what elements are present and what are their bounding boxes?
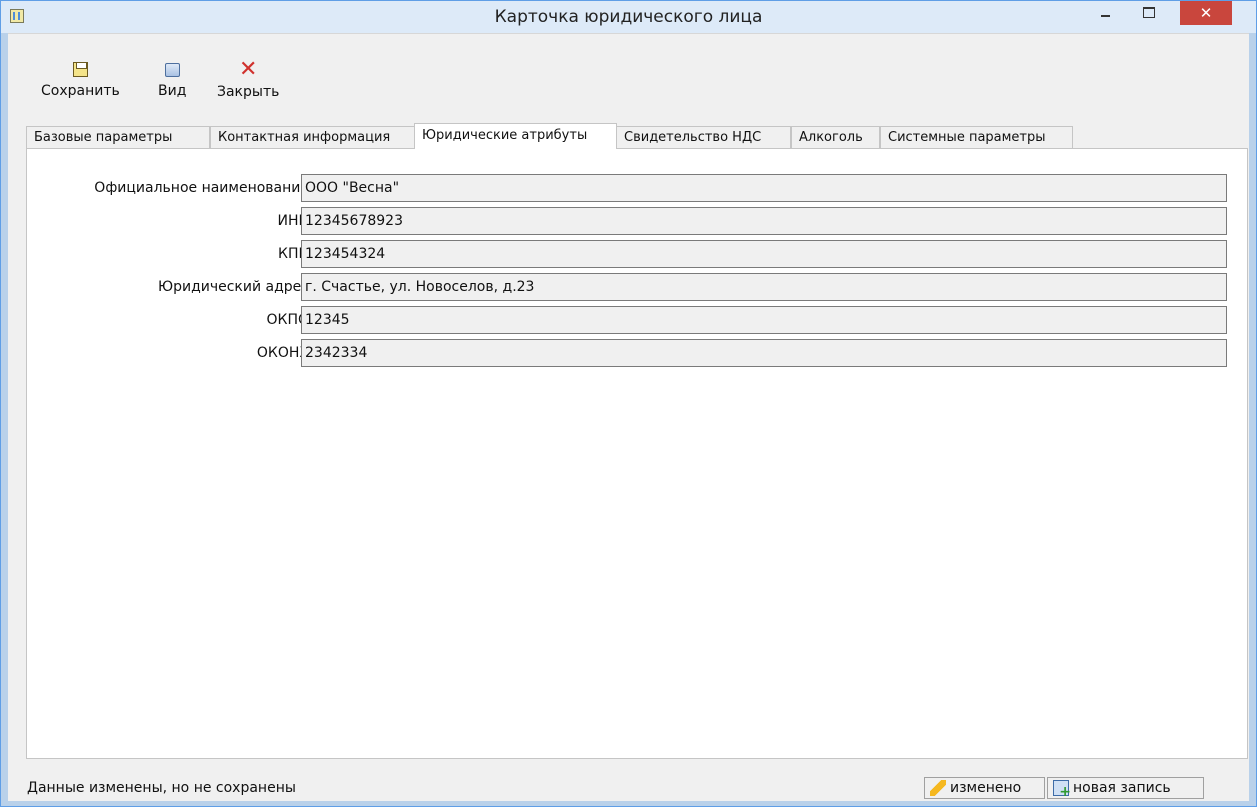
minimize-button[interactable] (1089, 1, 1122, 23)
tab-legal-attributes[interactable]: Юридические атрибуты (414, 123, 617, 149)
form-row: Официальное наименование ООО "Весна" (27, 174, 1247, 202)
status-bar: Данные изменены, но не сохранены изменен… (8, 775, 1249, 801)
new-record-icon (1053, 780, 1071, 800)
form-row: ОКПО 12345 (27, 306, 1247, 334)
kpp-field[interactable]: 123454324 (301, 240, 1227, 268)
tab-contact-info[interactable]: Контактная информация (210, 126, 416, 148)
close-label: Закрыть (217, 84, 280, 100)
toolbar: Сохранить Вид ✕ Закрыть (8, 33, 1249, 118)
window-title: Карточка юридического лица (494, 7, 763, 27)
official-name-label: Официальное наименование (94, 180, 309, 196)
form-row: ОКОНХ 2342334 (27, 339, 1247, 367)
changed-label: изменено (950, 780, 1022, 796)
form-row: Юридический адрес г. Счастье, ул. Новосе… (27, 273, 1247, 301)
legal-attributes-panel: Официальное наименование ООО "Весна" ИНН… (26, 148, 1248, 759)
changed-indicator: изменено (924, 777, 1045, 799)
floppy-disk-icon (72, 62, 88, 77)
pencil-icon (930, 780, 946, 796)
save-label: Сохранить (41, 83, 120, 99)
legal-address-field[interactable]: г. Счастье, ул. Новоселов, д.23 (301, 273, 1227, 301)
minimize-icon (1101, 15, 1110, 17)
status-message: Данные изменены, но не сохранены (27, 780, 296, 796)
form-row: КПП 123454324 (27, 240, 1247, 268)
client-area: Базовые параметры Контактная информация … (8, 117, 1249, 775)
view-icon (164, 63, 180, 77)
tab-vat-certificate[interactable]: Свидетельство НДС (616, 126, 791, 148)
official-name-field[interactable]: ООО "Весна" (301, 174, 1227, 202)
form-row: ИНН 12345678923 (27, 207, 1247, 235)
okpo-field[interactable]: 12345 (301, 306, 1227, 334)
new-record-indicator: новая запись (1047, 777, 1204, 800)
main-window: Карточка юридического лица ✕ Сохранить В… (0, 0, 1257, 807)
close-window-button[interactable]: ✕ (1180, 1, 1232, 25)
view-label: Вид (158, 83, 187, 99)
inn-field[interactable]: 12345678923 (301, 207, 1227, 235)
maximize-icon (1142, 6, 1155, 18)
close-button[interactable]: ✕ Закрыть (217, 57, 280, 101)
close-x-icon: ✕ (238, 57, 258, 82)
legal-address-label: Юридический адрес (157, 279, 309, 295)
maximize-button[interactable] (1132, 1, 1165, 23)
tab-alcohol[interactable]: Алкоголь (791, 126, 880, 148)
title-bar[interactable]: Карточка юридического лица ✕ (1, 1, 1256, 33)
okonh-field[interactable]: 2342334 (301, 339, 1227, 367)
view-button[interactable]: Вид (158, 60, 186, 99)
save-button[interactable]: Сохранить (41, 60, 120, 99)
tab-system-params[interactable]: Системные параметры (880, 126, 1073, 148)
close-icon: ✕ (1199, 5, 1213, 22)
new-record-label: новая запись (1073, 780, 1171, 796)
tab-basic-params[interactable]: Базовые параметры (26, 126, 210, 148)
